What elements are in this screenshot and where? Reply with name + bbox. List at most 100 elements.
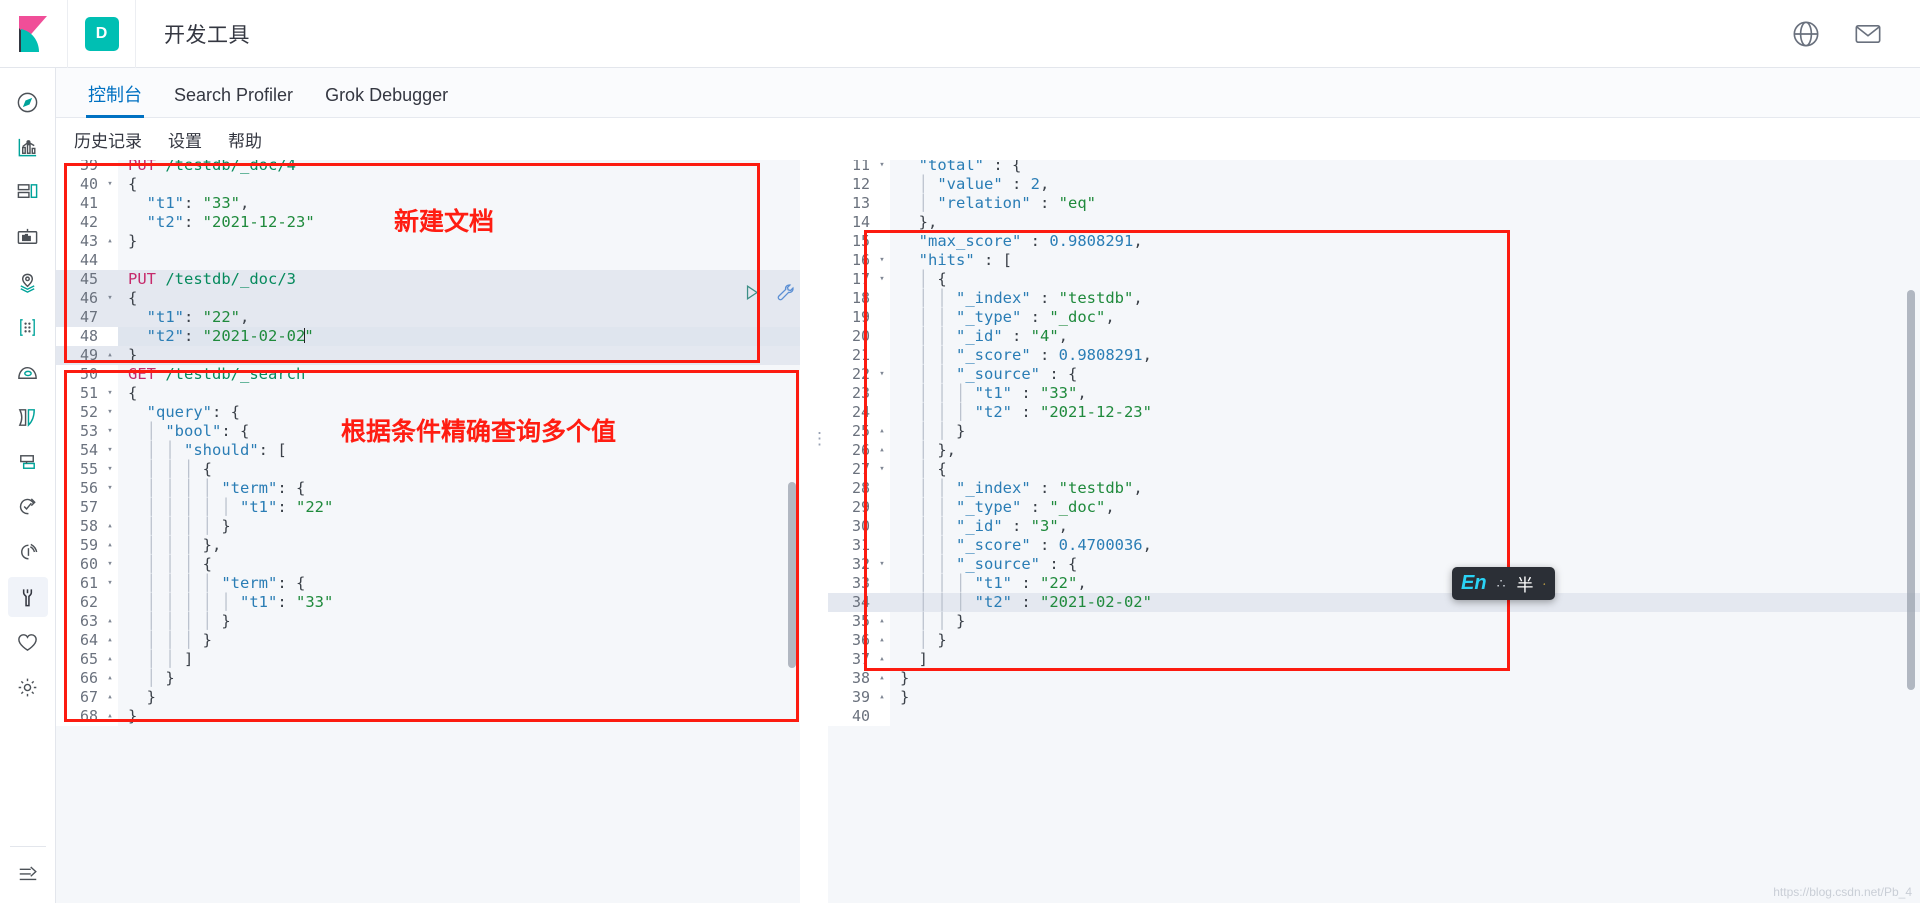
- fold-toggle-icon[interactable]: [874, 479, 890, 498]
- tab-console[interactable]: 控制台: [72, 86, 158, 118]
- fold-toggle-icon[interactable]: ▴: [102, 650, 118, 669]
- help-circle-icon[interactable]: [1792, 20, 1820, 48]
- collapse-icon[interactable]: [8, 853, 48, 893]
- fold-toggle-icon[interactable]: [874, 289, 890, 308]
- request-editor-scrollbar[interactable]: [788, 482, 796, 668]
- fold-toggle-icon[interactable]: [102, 498, 118, 517]
- code-line[interactable]: 24 │ │ │ "t2" : "2021-12-23": [828, 403, 1920, 422]
- fold-toggle-icon[interactable]: ▴: [102, 669, 118, 688]
- fold-toggle-icon[interactable]: ▾: [874, 270, 890, 289]
- kibana-logo-cell[interactable]: [0, 0, 68, 68]
- fold-toggle-icon[interactable]: ▾: [874, 460, 890, 479]
- fold-toggle-icon[interactable]: ▴: [874, 441, 890, 460]
- code-line[interactable]: 18 │ │ "_index" : "testdb",: [828, 289, 1920, 308]
- fold-toggle-icon[interactable]: ▾: [874, 365, 890, 384]
- mail-icon[interactable]: [1854, 20, 1882, 48]
- code-line[interactable]: 35 ▴ │ │ }: [828, 612, 1920, 631]
- menu-settings[interactable]: 设置: [168, 127, 202, 152]
- fold-toggle-icon[interactable]: ▴: [102, 707, 118, 726]
- menu-history[interactable]: 历史记录: [74, 127, 142, 152]
- fold-toggle-icon[interactable]: ▾: [102, 574, 118, 593]
- fold-toggle-icon[interactable]: [874, 593, 890, 612]
- fold-toggle-icon[interactable]: ▴: [874, 612, 890, 631]
- code-line[interactable]: 56 ▾ │ │ │ │ "term": {: [56, 479, 800, 498]
- code-line[interactable]: 57 │ │ │ │ │ "t1": "22": [56, 498, 800, 517]
- code-line[interactable]: 46 ▾{: [56, 289, 800, 308]
- code-line[interactable]: 20 │ │ "_id" : "4",: [828, 327, 1920, 346]
- fold-toggle-icon[interactable]: ▴: [102, 688, 118, 707]
- fold-toggle-icon[interactable]: ▴: [102, 612, 118, 631]
- code-line[interactable]: 58 ▴ │ │ │ │ }: [56, 517, 800, 536]
- sidebar-item-maps[interactable]: [8, 262, 48, 302]
- fold-toggle-icon[interactable]: [102, 160, 118, 175]
- fold-toggle-icon[interactable]: ▴: [874, 669, 890, 688]
- code-line[interactable]: 39 PUT /testdb/_doc/4: [56, 160, 800, 175]
- fold-toggle-icon[interactable]: [874, 403, 890, 422]
- fold-toggle-icon[interactable]: ▾: [102, 422, 118, 441]
- code-line[interactable]: 40: [828, 707, 1920, 726]
- sidebar-item-machine-learning[interactable]: [8, 307, 48, 347]
- code-line[interactable]: 31 │ │ "_score" : 0.4700036,: [828, 536, 1920, 555]
- code-line[interactable]: 63 ▴ │ │ │ │ }: [56, 612, 800, 631]
- sidebar-item-management[interactable]: [8, 667, 48, 707]
- menu-help[interactable]: 帮助: [228, 127, 262, 152]
- tab-search-profiler[interactable]: Search Profiler: [158, 86, 309, 117]
- code-line[interactable]: 67 ▴ }: [56, 688, 800, 707]
- ime-width-label[interactable]: 半: [1516, 571, 1533, 596]
- code-line[interactable]: 26 ▴ │ },: [828, 441, 1920, 460]
- code-line[interactable]: 28 │ │ "_index" : "testdb",: [828, 479, 1920, 498]
- code-line[interactable]: 19 │ │ "_type" : "_doc",: [828, 308, 1920, 327]
- code-line[interactable]: 55 ▾ │ │ │ {: [56, 460, 800, 479]
- response-viewer[interactable]: 11 ▾ "total" : {12 │ "value" : 2, 13 │ "re…: [828, 160, 1920, 903]
- code-line[interactable]: 38 ▴}: [828, 669, 1920, 688]
- code-line[interactable]: 12 │ "value" : 2,: [828, 175, 1920, 194]
- code-line[interactable]: 47 "t1": "22",: [56, 308, 800, 327]
- fold-toggle-icon[interactable]: [874, 327, 890, 346]
- sidebar-item-siem[interactable]: [8, 532, 48, 572]
- fold-toggle-icon[interactable]: ▾: [102, 175, 118, 194]
- fold-toggle-icon[interactable]: [874, 194, 890, 213]
- sidebar-item-uptime[interactable]: [8, 487, 48, 527]
- code-line[interactable]: 27 ▾ │ {: [828, 460, 1920, 479]
- fold-toggle-icon[interactable]: ▾: [102, 441, 118, 460]
- fold-toggle-icon[interactable]: ▴: [102, 346, 118, 365]
- sidebar-item-discover[interactable]: [8, 82, 48, 122]
- fold-toggle-icon[interactable]: ▴: [102, 517, 118, 536]
- sogou-icon[interactable]: [1543, 573, 1546, 595]
- fold-toggle-icon[interactable]: ▴: [874, 631, 890, 650]
- code-line[interactable]: 14 },: [828, 213, 1920, 232]
- fold-toggle-icon[interactable]: ▾: [874, 251, 890, 270]
- fold-toggle-icon[interactable]: ▴: [102, 631, 118, 650]
- fold-toggle-icon[interactable]: ▾: [102, 289, 118, 308]
- code-line[interactable]: 30 │ │ "_id" : "3",: [828, 517, 1920, 536]
- code-line[interactable]: 36 ▴ │ }: [828, 631, 1920, 650]
- code-line[interactable]: 68 ▴}: [56, 707, 800, 726]
- fold-toggle-icon[interactable]: [874, 574, 890, 593]
- code-line[interactable]: 37 ▴ ]: [828, 650, 1920, 669]
- fold-toggle-icon[interactable]: [874, 498, 890, 517]
- code-line[interactable]: 48 "t2": "2021-02-02": [56, 327, 800, 346]
- fold-toggle-icon[interactable]: [102, 365, 118, 384]
- fold-toggle-icon[interactable]: [102, 327, 118, 346]
- code-line[interactable]: 66 ▴ │ }: [56, 669, 800, 688]
- code-line[interactable]: 34 │ │ │ "t2" : "2021-02-02": [828, 593, 1920, 612]
- fold-toggle-icon[interactable]: [874, 175, 890, 194]
- code-line[interactable]: 11 ▾ "total" : {: [828, 160, 1920, 175]
- code-line[interactable]: 21 │ │ "_score" : 0.9808291,: [828, 346, 1920, 365]
- code-line[interactable]: 51 ▾ {: [56, 384, 800, 403]
- code-line[interactable]: 50 GET /testdb/_search: [56, 365, 800, 384]
- code-line[interactable]: 61 ▾ │ │ │ │ "term": {: [56, 574, 800, 593]
- request-editor[interactable]: 39 PUT /testdb/_doc/4 40 ▾{41 "t1": "33", 42…: [56, 160, 800, 903]
- code-line[interactable]: 16 ▾ "hits" : [: [828, 251, 1920, 270]
- sidebar-item-monitoring[interactable]: [8, 622, 48, 662]
- code-line[interactable]: 64 ▴ │ │ │ }: [56, 631, 800, 650]
- sidebar-item-infrastructure[interactable]: [8, 352, 48, 392]
- code-line[interactable]: 59 ▴ │ │ │ },: [56, 536, 800, 555]
- fold-toggle-icon[interactable]: ▴: [874, 688, 890, 707]
- ime-status-bar[interactable]: En ∴ 半: [1452, 567, 1555, 600]
- tab-grok-debugger[interactable]: Grok Debugger: [309, 86, 464, 117]
- ime-language-label[interactable]: En: [1461, 572, 1487, 595]
- code-line[interactable]: 60 ▾ │ │ │ {: [56, 555, 800, 574]
- sidebar-item-apm[interactable]: [8, 442, 48, 482]
- code-line[interactable]: 62 │ │ │ │ │ "t1": "33": [56, 593, 800, 612]
